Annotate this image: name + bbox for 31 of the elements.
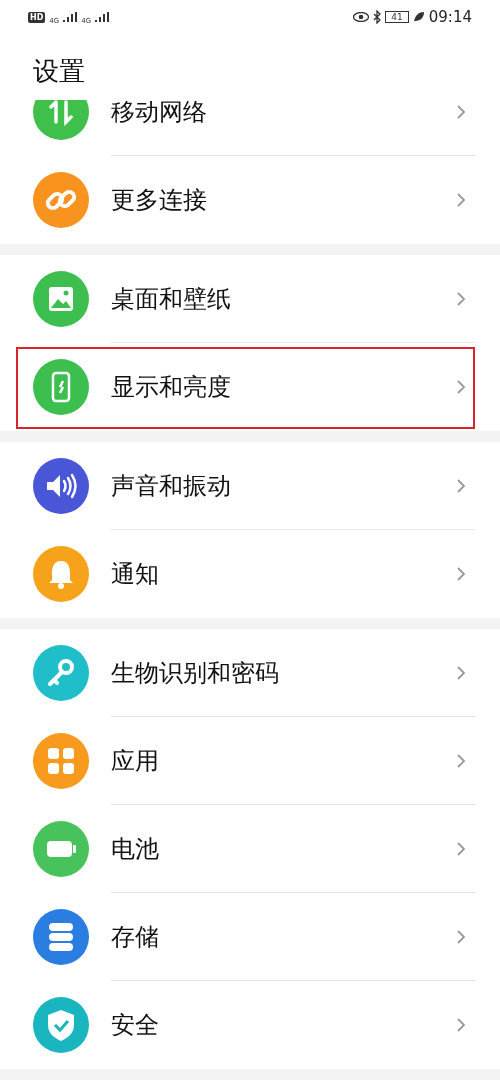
signal-icon bbox=[63, 12, 78, 22]
chevron-icon bbox=[456, 840, 466, 857]
signal-icon bbox=[95, 12, 110, 22]
settings-item[interactable]: 通知 bbox=[0, 530, 500, 618]
chevron-icon bbox=[456, 1017, 466, 1033]
page-title: 设置 bbox=[32, 55, 86, 88]
battery-level: 41 bbox=[385, 11, 409, 23]
eye-icon bbox=[353, 12, 370, 22]
settings-item[interactable]: 安全 bbox=[0, 981, 500, 1069]
chevron-icon bbox=[456, 192, 466, 208]
settings-item[interactable]: 桌面和壁纸 bbox=[0, 255, 500, 343]
chevron-icon bbox=[456, 928, 466, 945]
bluetooth-icon bbox=[373, 10, 382, 24]
chevron-icon bbox=[456, 566, 466, 582]
chevron-icon bbox=[456, 664, 466, 681]
chevron-icon bbox=[456, 379, 466, 395]
hd-badge: HD bbox=[28, 11, 46, 23]
chevron-icon bbox=[456, 477, 466, 494]
chevron-icon bbox=[456, 752, 466, 769]
leaf-icon bbox=[412, 11, 425, 23]
chevron-icon bbox=[456, 103, 466, 120]
settings-item[interactable]: 电池 bbox=[0, 805, 500, 893]
settings-item[interactable]: 移动网络 bbox=[0, 100, 500, 156]
settings-item[interactable]: 显示和亮度 bbox=[0, 343, 500, 431]
settings-item[interactable]: 生物识别和密码 bbox=[0, 629, 500, 717]
clock: 09:14 bbox=[428, 8, 472, 26]
chevron-icon bbox=[456, 290, 466, 307]
settings-item[interactable]: 存储 bbox=[0, 893, 500, 981]
settings-item[interactable]: 声音和振动 bbox=[0, 442, 500, 530]
settings-item[interactable]: 应用 bbox=[0, 717, 500, 805]
settings-item[interactable]: 更多连接 bbox=[0, 156, 500, 244]
